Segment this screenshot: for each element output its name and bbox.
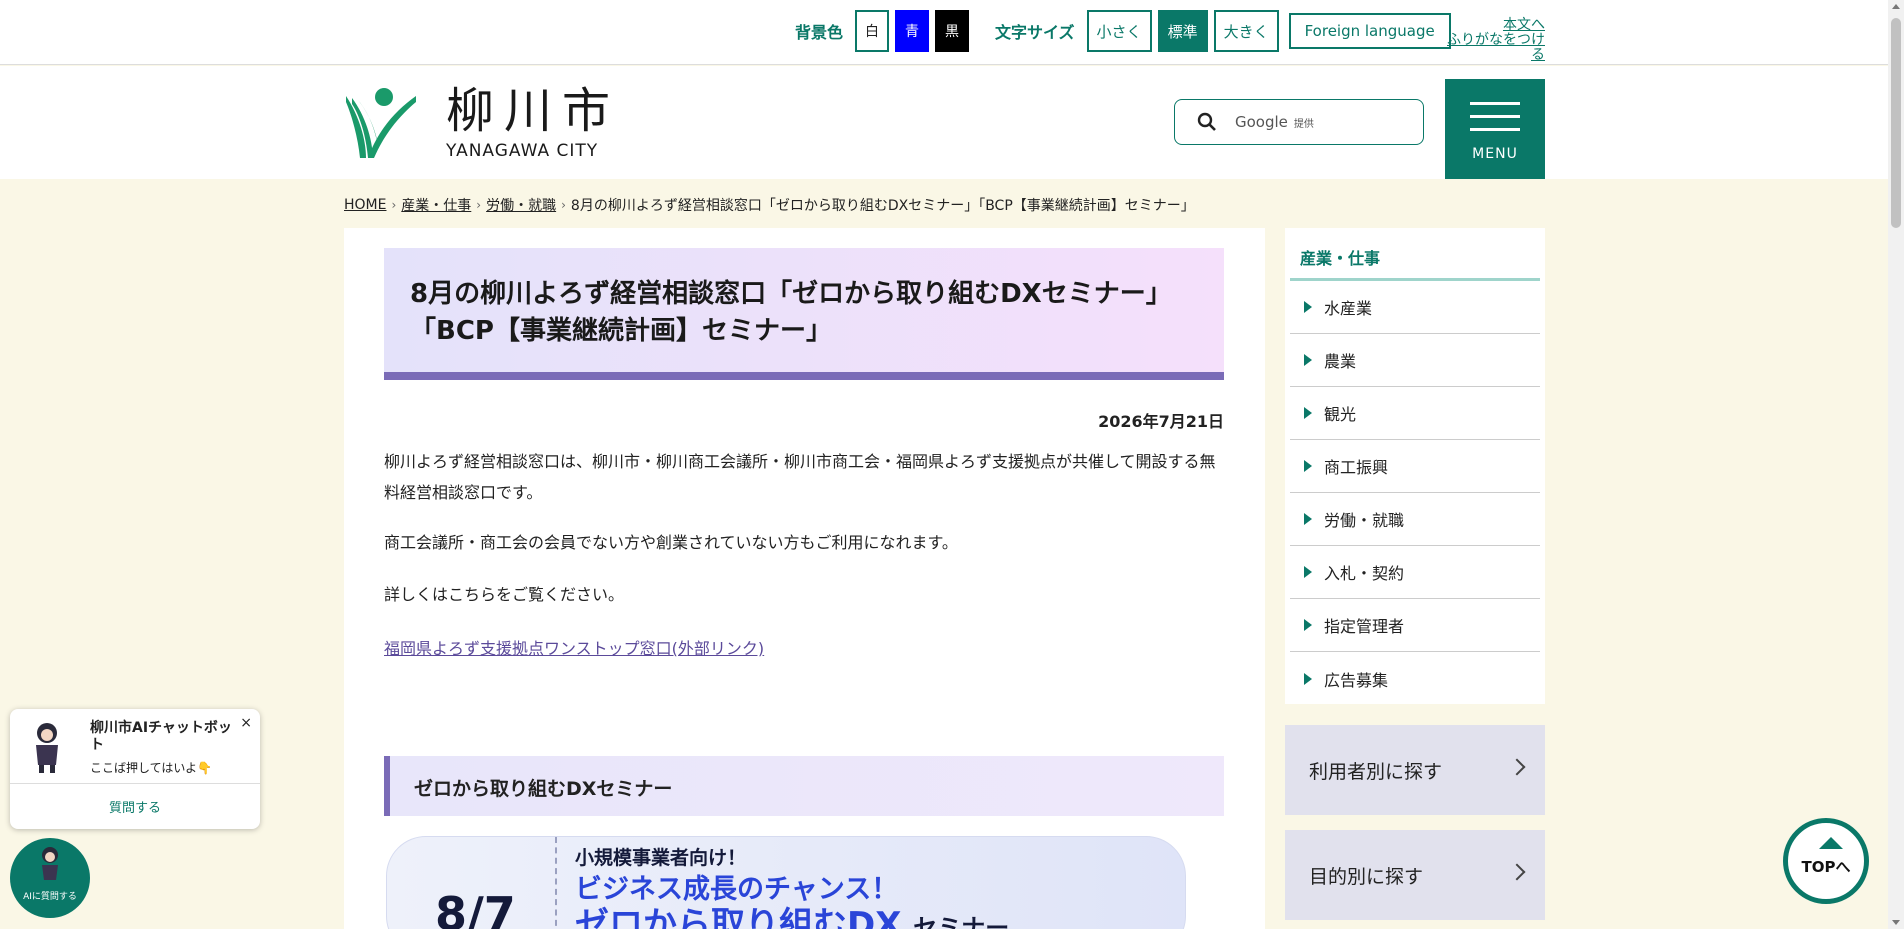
title-box: 8月の柳川よろず経営相談窓口「ゼロから取り組むDXセミナー」「BCP【事業継続計… [384, 248, 1224, 380]
sidebar-item-ads[interactable]: 広告募集 [1290, 652, 1540, 705]
font-small-button[interactable]: 小さく [1086, 10, 1152, 52]
ai-chat-button[interactable]: AIに質問する [10, 838, 90, 918]
close-icon[interactable]: × [240, 715, 252, 731]
ai-chat-button-label: AIに質問する [23, 892, 77, 902]
section-title: ゼロから取り組むDXセミナー [414, 778, 673, 800]
bg-blue-button[interactable]: 青 [895, 10, 930, 52]
search-provider: 提供 [1293, 119, 1314, 130]
breadcrumb-labor[interactable]: 労働・就職 [486, 195, 556, 215]
triangle-right-icon [1304, 566, 1312, 578]
sidebar-list: 水産業 農業 観光 商工振興 労働・就職 入札・契約 指定管理者 広告募集 [1290, 281, 1540, 705]
chatbot-avatar-icon [42, 847, 58, 880]
sidebar-item-labor[interactable]: 労働・就職 [1290, 493, 1540, 546]
sidebar-item-tourism[interactable]: 観光 [1290, 387, 1540, 440]
triangle-right-icon [1304, 513, 1312, 525]
eligibility-paragraph: 商工会議所・商工会の会員でない方や創業されていない方もご利用になれます。 [384, 533, 958, 552]
back-to-top-label: TOPへ [1801, 858, 1851, 876]
banner-subtitle: 小規模事業者向け！ [575, 847, 747, 869]
site-header: 柳川市 YANAGAWA CITY Google 提供 MENU [0, 66, 1888, 179]
chevron-right-icon [1508, 758, 1526, 776]
sidebar-item-bidding[interactable]: 入札・契約 [1290, 546, 1540, 599]
scrollbar-thumb[interactable] [1891, 18, 1901, 228]
font-large-button[interactable]: 大きく [1213, 10, 1279, 52]
banner-headline: ゼロから取り組むDX セミナー [575, 905, 1010, 929]
bg-white-button[interactable]: 白 [855, 10, 890, 52]
bg-black-button[interactable]: 黒 [935, 10, 970, 52]
arrow-up-icon [1819, 837, 1843, 849]
sidebar-item-agriculture[interactable]: 農業 [1290, 334, 1540, 387]
sidebar-heading[interactable]: 産業・仕事 [1290, 228, 1540, 281]
search-by-purpose-button[interactable]: 目的別に探す [1285, 830, 1545, 920]
breadcrumb-home[interactable]: HOME [344, 197, 386, 213]
seminar-banner-image: 8/7 小規模事業者向け！ ビジネス成長のチャンス！ ゼロから取り組むDX セミ… [386, 836, 1186, 929]
external-link[interactable]: 福岡県よろず支援拠点ワンストップ窓口(外部リンク) [384, 635, 764, 659]
chatbot-avatar-icon [36, 723, 58, 773]
page-scrollbar[interactable] [1888, 0, 1904, 929]
breadcrumb: HOME › 産業・仕事 › 労働・就職 › 8月の柳川よろず経営相談窓口「ゼロ… [344, 195, 1195, 215]
font-size-label: 文字サイズ [995, 23, 1075, 42]
triangle-right-icon [1304, 407, 1312, 419]
bg-color-label: 背景色 [795, 23, 844, 42]
sidebar-nav: 産業・仕事 水産業 農業 観光 商工振興 労働・就職 入札・契約 指定管理者 広… [1285, 228, 1545, 704]
breadcrumb-industry[interactable]: 産業・仕事 [401, 195, 471, 215]
banner-date: 8/7 [435, 887, 516, 929]
publish-date: 2026年7月21日 [1098, 412, 1224, 431]
chatbot-title: 柳川市AIチャットボット [90, 720, 232, 753]
foreign-language-button[interactable]: Foreign language [1288, 13, 1451, 49]
search-icon [1197, 112, 1216, 131]
sidebar-item-designated-manager[interactable]: 指定管理者 [1290, 599, 1540, 652]
article-content: 8月の柳川よろず経営相談窓口「ゼロから取り組むDXセミナー」「BCP【事業継続計… [344, 228, 1265, 929]
intro-paragraph: 柳川よろず経営相談窓口は、柳川市・柳川商工会議所・柳川市商工会・福岡県よろず支援… [384, 452, 1216, 502]
logo-english: YANAGAWA CITY [446, 141, 599, 161]
site-logo[interactable]: 柳川市 YANAGAWA CITY [344, 85, 620, 161]
logo-japanese: 柳川市 [446, 83, 621, 139]
triangle-right-icon [1304, 672, 1312, 685]
menu-label: MENU [1472, 145, 1518, 162]
sidebar-item-commerce[interactable]: 商工振興 [1290, 440, 1540, 493]
utility-links: 本文へ ふりがなをつける [1436, 18, 1545, 63]
utility-bar: 背景色 白 青 黒 文字サイズ 小さく 標準 大きく Foreign langu… [0, 0, 1888, 65]
search-placeholder: Google [1235, 113, 1288, 131]
sidebar-item-fisheries[interactable]: 水産業 [1290, 281, 1540, 334]
section-heading: ゼロから取り組むDXセミナー [384, 756, 1224, 816]
breadcrumb-current: 8月の柳川よろず経営相談窓口「ゼロから取り組むDXセミナー」「BCP【事業継続計… [570, 198, 1195, 214]
search-by-user-button[interactable]: 利用者別に探す [1285, 725, 1545, 815]
city-emblem-icon [346, 88, 416, 158]
furigana-link[interactable]: ふりがなをつける [1436, 33, 1545, 63]
font-standard-button[interactable]: 標準 [1157, 10, 1208, 52]
triangle-right-icon [1304, 301, 1312, 313]
triangle-right-icon [1304, 354, 1312, 366]
scroll-up-icon[interactable] [1892, 4, 1900, 9]
scroll-down-icon[interactable] [1892, 920, 1900, 925]
breadcrumb-separator-icon: › [561, 198, 566, 212]
triangle-right-icon [1304, 619, 1312, 631]
page-title: 8月の柳川よろず経営相談窓口「ゼロから取り組むDXセミナー」「BCP【事業継続計… [410, 279, 1172, 346]
accessibility-controls: 背景色 白 青 黒 文字サイズ 小さく 標準 大きく Foreign langu… [795, 10, 1451, 52]
breadcrumb-separator-icon: › [391, 198, 397, 212]
details-paragraph: 詳しくはこちらをご覧ください。 [384, 585, 625, 604]
chatbot-ask-button[interactable]: 質問する [10, 797, 260, 816]
triangle-right-icon [1304, 460, 1312, 472]
chevron-right-icon [1508, 863, 1526, 881]
chatbot-popup[interactable]: 柳川市AIチャットボット ここば押してはいよ👇 × 質問する [10, 709, 260, 829]
site-search-input[interactable]: Google 提供 [1174, 99, 1424, 145]
breadcrumb-separator-icon: › [476, 198, 482, 212]
chatbot-message: ここば押してはいよ👇 [90, 761, 213, 775]
hamburger-icon [1470, 101, 1520, 105]
back-to-top-button[interactable]: TOPへ [1783, 818, 1869, 904]
menu-button[interactable]: MENU [1445, 79, 1545, 179]
skip-to-content-link[interactable]: 本文へ [1436, 18, 1545, 33]
